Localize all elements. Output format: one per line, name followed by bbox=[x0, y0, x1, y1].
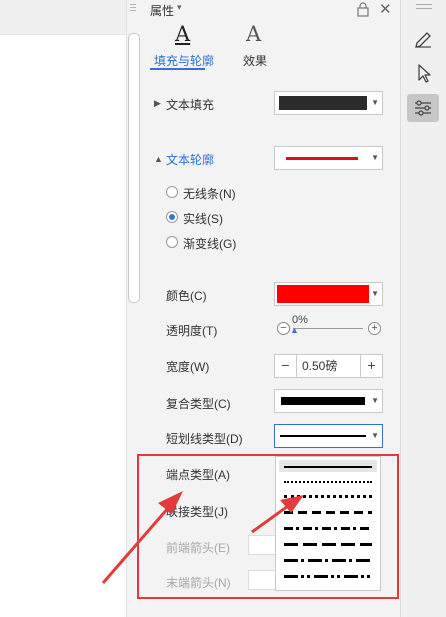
annotation-arrowhead-left bbox=[158, 491, 183, 514]
annotation-arrows bbox=[101, 491, 304, 584]
side-toolbar bbox=[400, 0, 446, 617]
annotation-arrow-right bbox=[251, 504, 289, 534]
pen-icon[interactable] bbox=[407, 23, 439, 51]
settings-sliders-icon[interactable] bbox=[407, 94, 439, 122]
pointer-icon[interactable] bbox=[407, 59, 439, 87]
toolbar-grip-line bbox=[416, 8, 432, 9]
toolbar-grip-icon bbox=[416, 4, 432, 5]
annotation-arrow-left bbox=[101, 506, 171, 584]
